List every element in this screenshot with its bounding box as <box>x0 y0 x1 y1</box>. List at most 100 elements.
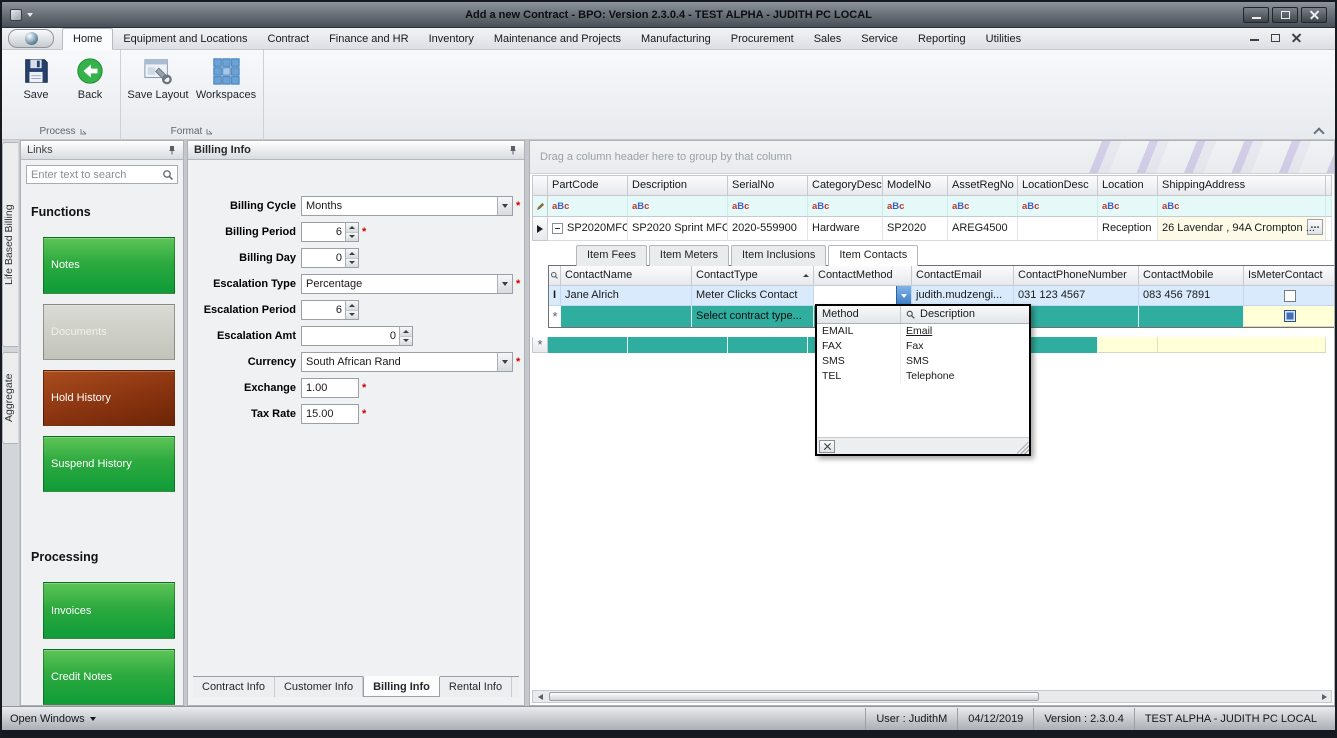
scroll-right-icon[interactable] <box>1317 691 1331 702</box>
billing-day-stepper[interactable]: 0 <box>301 248 359 268</box>
tab-billing-info[interactable]: Billing Info <box>363 676 440 697</box>
tax-rate-field[interactable]: 15.00 <box>301 404 359 424</box>
tab-utilities[interactable]: Utilities <box>976 29 1031 49</box>
currency-select[interactable]: South African Rand <box>301 352 513 372</box>
cell-contactname[interactable]: Jane Alrich <box>561 286 692 306</box>
contact-row[interactable]: I Jane Alrich Meter Clicks Contact judit… <box>549 286 1335 306</box>
search-input[interactable] <box>27 169 162 181</box>
exchange-field[interactable]: 1.00 <box>301 378 359 398</box>
new-cell-contactmobile[interactable] <box>1139 306 1244 327</box>
chevron-down-icon[interactable] <box>497 353 512 371</box>
cell-ismetercontact[interactable] <box>1244 286 1335 306</box>
tab-finance-and-hr[interactable]: Finance and HR <box>319 29 419 49</box>
spin-up-icon[interactable] <box>346 223 358 232</box>
column-header-description[interactable]: Description <box>628 175 728 196</box>
group-by-panel[interactable]: Drag a column header here to group by th… <box>530 141 1334 174</box>
cell-modelno[interactable]: SP2020 <box>883 217 948 241</box>
column-header-assetregno[interactable]: AssetRegNo <box>948 175 1018 196</box>
tab-maintenance-and-projects[interactable]: Maintenance and Projects <box>484 29 631 49</box>
filter-cell-serialno[interactable]: aBc <box>728 196 808 217</box>
escalation-amt-stepper[interactable]: 0 <box>301 326 413 346</box>
new-cell-partcode[interactable] <box>548 337 628 353</box>
tab-equipment-and-locations[interactable]: Equipment and Locations <box>113 29 257 49</box>
tab-sales[interactable]: Sales <box>804 29 852 49</box>
pin-icon[interactable] <box>167 145 177 155</box>
back-button[interactable]: Back <box>66 53 114 124</box>
pin-icon[interactable] <box>508 145 518 155</box>
collapse-ribbon-icon[interactable] <box>1313 128 1325 136</box>
cell-contactmethod-editor[interactable] <box>814 286 912 306</box>
spin-down-icon[interactable] <box>346 258 358 268</box>
minimize-button[interactable] <box>1243 7 1269 23</box>
new-cell-shippingaddress[interactable] <box>1158 337 1326 353</box>
new-cell-contacttype[interactable]: Select contract type... <box>692 306 814 327</box>
billing-cycle-select[interactable]: Months <box>301 196 513 216</box>
notes-button[interactable]: Notes <box>43 237 175 293</box>
scroll-left-icon[interactable] <box>533 691 547 702</box>
column-header-ismetercontact[interactable]: IsMeterContact <box>1244 266 1335 286</box>
tab-item-meters[interactable]: Item Meters <box>649 245 729 266</box>
documents-button[interactable]: Documents <box>43 304 175 360</box>
cell-contacttype[interactable]: Meter Clicks Contact <box>692 286 814 306</box>
column-header-contactemail[interactable]: ContactEmail <box>912 266 1014 286</box>
checkbox-focused[interactable] <box>1284 310 1296 322</box>
save-layout-button[interactable]: Save Layout <box>127 53 189 124</box>
new-cell-contactphonenumber[interactable] <box>1014 306 1139 327</box>
cell-description[interactable]: SP2020 Sprint MFC <box>628 217 728 241</box>
column-header-modelno[interactable]: ModelNo <box>883 175 948 196</box>
filter-cell-assetregno[interactable]: aBc <box>948 196 1018 217</box>
mdi-restore-icon[interactable] <box>1271 34 1280 42</box>
cell-shippingaddress[interactable]: ... 26 Lavendar , 94A Crompton ... <box>1158 217 1326 241</box>
new-cell-ismetercontact[interactable] <box>1244 306 1335 327</box>
group-dialog-launcher-icon[interactable] <box>80 128 87 135</box>
workspaces-button[interactable]: Workspaces <box>195 53 257 124</box>
resize-grip[interactable] <box>1017 442 1029 454</box>
column-header-locationdesc[interactable]: LocationDesc <box>1018 175 1098 196</box>
cell-contactmobile[interactable]: 083 456 7891 <box>1139 286 1244 306</box>
column-header-contactname[interactable]: ContactName <box>561 266 692 286</box>
column-header-contacttype[interactable]: ContactType <box>692 266 814 286</box>
filter-cell-partcode[interactable]: aBc <box>548 196 628 217</box>
spin-down-icon[interactable] <box>346 232 358 242</box>
search-icon[interactable] <box>162 169 174 181</box>
tab-reporting[interactable]: Reporting <box>908 29 976 49</box>
credit-notes-button[interactable]: Credit Notes <box>43 649 175 705</box>
tab-customer-info[interactable]: Customer Info <box>275 677 363 697</box>
column-header-location[interactable]: Location <box>1098 175 1158 196</box>
filter-cell-description[interactable]: aBc <box>628 196 728 217</box>
filter-cell-location[interactable]: aBc <box>1098 196 1158 217</box>
tab-inventory[interactable]: Inventory <box>419 29 484 49</box>
group-dialog-launcher-icon[interactable] <box>206 128 213 135</box>
side-tab-life-based-billing[interactable]: Life Based Billing <box>2 142 18 347</box>
mdi-minimize-icon[interactable] <box>1250 39 1259 41</box>
spin-down-icon[interactable] <box>400 336 412 346</box>
dropdown-column-method[interactable]: Method <box>817 306 901 323</box>
column-header-serialno[interactable]: SerialNo <box>728 175 808 196</box>
new-cell-serialno[interactable] <box>728 337 808 353</box>
filter-cell-modelno[interactable]: aBc <box>883 196 948 217</box>
dropdown-option-fax[interactable]: FAX Fax <box>817 339 1029 354</box>
close-dropdown-button[interactable] <box>819 440 835 453</box>
save-button[interactable]: Save <box>12 53 60 124</box>
spin-down-icon[interactable] <box>346 310 358 320</box>
cell-partcode[interactable]: SP2020MFC <box>548 217 628 241</box>
maximize-button[interactable] <box>1272 7 1298 23</box>
cell-contactemail[interactable]: judith.mudzengi... <box>912 286 1014 306</box>
suspend-history-button[interactable]: Suspend History <box>43 436 175 492</box>
column-header-categorydesc[interactable]: CategoryDesc <box>808 175 883 196</box>
grid-data-row[interactable]: SP2020MFC SP2020 Sprint MFC 2020-559900 … <box>532 217 1332 241</box>
search-icon[interactable] <box>550 271 559 280</box>
checkbox-unchecked[interactable] <box>1284 290 1296 302</box>
close-button[interactable] <box>1301 7 1327 23</box>
column-header-contactmobile[interactable]: ContactMobile <box>1139 266 1244 286</box>
quick-access-dropdown-icon[interactable] <box>27 13 33 17</box>
cell-contactphonenumber[interactable]: 031 123 4567 <box>1014 286 1139 306</box>
tab-manufacturing[interactable]: Manufacturing <box>631 29 721 49</box>
scrollbar-thumb[interactable] <box>549 692 1039 701</box>
tab-item-inclusions[interactable]: Item Inclusions <box>731 245 826 266</box>
side-tab-aggregate[interactable]: Aggregate <box>2 352 18 444</box>
tab-item-contacts[interactable]: Item Contacts <box>828 245 918 266</box>
chevron-down-icon[interactable] <box>497 275 512 293</box>
dropdown-option-sms[interactable]: SMS SMS <box>817 354 1029 369</box>
escalation-type-select[interactable]: Percentage <box>301 274 513 294</box>
